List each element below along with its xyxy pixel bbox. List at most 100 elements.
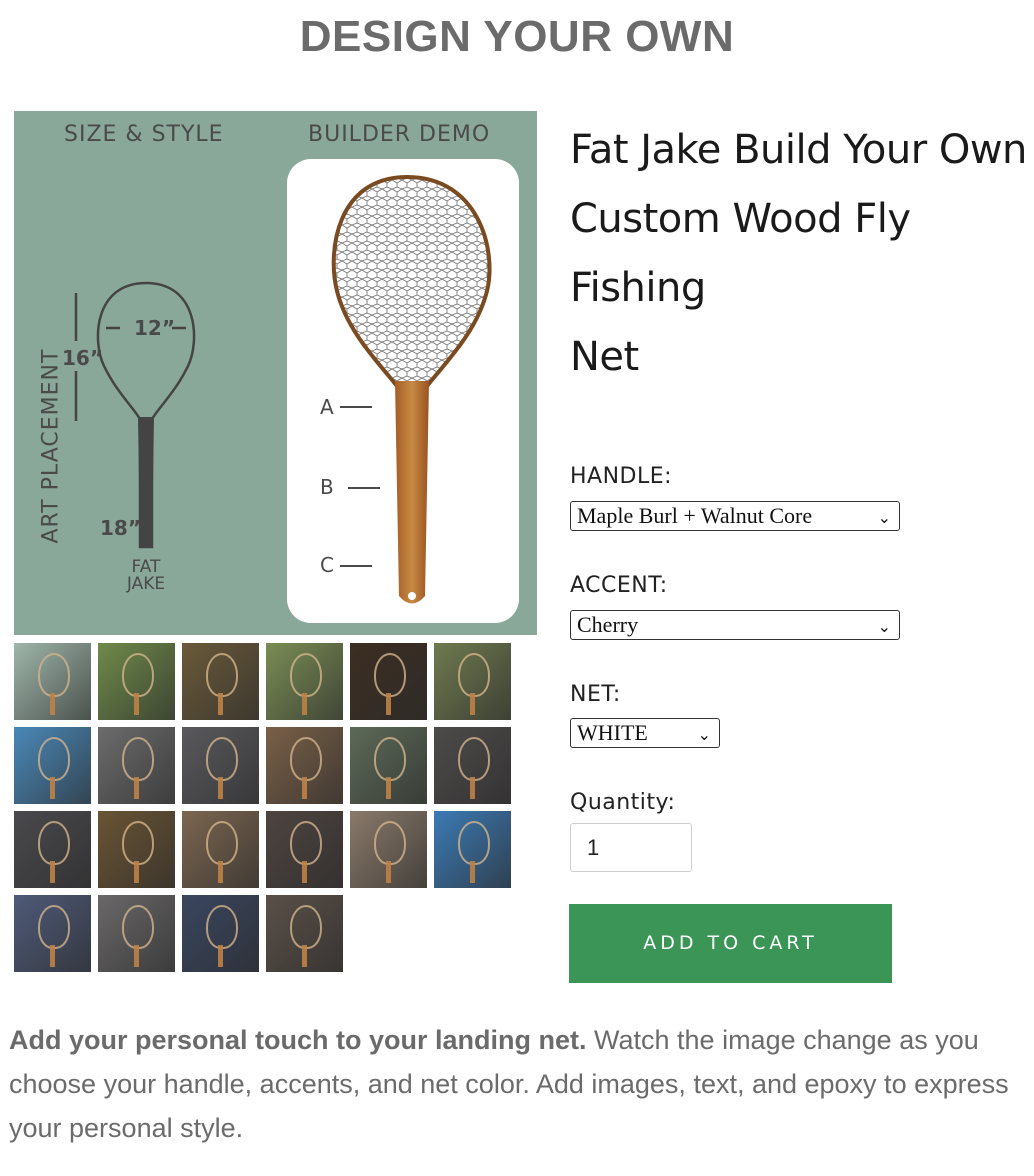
burl-handle-thumb[interactable] xyxy=(182,811,259,888)
height-dimension: 16” xyxy=(62,346,103,370)
description-bold: Add your personal touch to your landing … xyxy=(9,1025,587,1055)
net-photo-icon xyxy=(206,737,238,781)
chevron-down-icon: ⌄ xyxy=(697,725,711,744)
placement-c: C xyxy=(320,553,334,577)
art-placement-label: ART PLACEMENT xyxy=(38,348,64,544)
net-photo-icon xyxy=(458,737,490,781)
placement-b: B xyxy=(320,475,334,499)
hand-net-thumb[interactable] xyxy=(98,811,175,888)
product-title-line-1: Fat Jake Build Your Own xyxy=(570,127,1027,173)
size-style-thumb[interactable] xyxy=(14,643,91,720)
net-photo-icon xyxy=(290,737,322,781)
net-photo-icon xyxy=(38,905,70,949)
grass-net-thumb[interactable] xyxy=(98,643,175,720)
net-preview-illustration xyxy=(331,174,492,604)
net-handle-shape xyxy=(50,945,55,967)
net-select[interactable]: WHITE ⌄ xyxy=(570,718,720,748)
handle-select-value: Maple Burl + Walnut Core xyxy=(577,503,813,528)
product-description: Add your personal touch to your landing … xyxy=(9,1018,1029,1150)
purple-net-thumb[interactable] xyxy=(266,643,343,720)
placement-c-line xyxy=(340,565,372,567)
net-handle-shape xyxy=(134,861,139,883)
product-title-line-2: Custom Wood Fly Fishing xyxy=(570,196,911,311)
frame-detail-thumb[interactable] xyxy=(350,811,427,888)
accent-select[interactable]: Cherry ⌄ xyxy=(570,610,900,640)
trout-thumb[interactable] xyxy=(182,643,259,720)
workshop-thumb[interactable] xyxy=(14,727,91,804)
net-handle-shape xyxy=(218,945,223,967)
net-photo-icon xyxy=(374,653,406,697)
net-handle-shape xyxy=(302,945,307,967)
quantity-input[interactable]: 1 xyxy=(570,823,692,872)
model-name-line-2: JAKE xyxy=(126,574,166,594)
net-handle-shape xyxy=(50,861,55,883)
net-photo-icon xyxy=(458,653,490,697)
brick-net-thumb-2[interactable] xyxy=(182,727,259,804)
net-handle-shape xyxy=(134,693,139,715)
net-label: NET: xyxy=(570,682,621,707)
brick-net-thumb-3[interactable] xyxy=(434,727,511,804)
net-photo-icon xyxy=(206,905,238,949)
page-title: DESIGN YOUR OWN xyxy=(299,12,735,61)
net-photo-icon xyxy=(38,653,70,697)
handle-label: HANDLE: xyxy=(570,464,673,489)
chevron-down-icon: ⌄ xyxy=(877,508,891,527)
thumbnail-gallery xyxy=(14,643,519,972)
net-handle-shape xyxy=(50,693,55,715)
placement-a: A xyxy=(320,395,334,419)
glass-detail-thumb[interactable] xyxy=(266,811,343,888)
net-handle-shape xyxy=(302,693,307,715)
brick-net-thumb-1[interactable] xyxy=(98,727,175,804)
net-photo-icon xyxy=(374,737,406,781)
dark-net-thumb[interactable] xyxy=(350,643,427,720)
angler-thumb[interactable] xyxy=(434,643,511,720)
net-photo-icon xyxy=(122,905,154,949)
net-handle-shape xyxy=(386,861,391,883)
net-detail-thumb[interactable] xyxy=(266,727,343,804)
net-handle-shape xyxy=(470,693,475,715)
product-title-line-3: Net xyxy=(570,334,639,380)
net-photo-icon xyxy=(122,653,154,697)
net-photo-icon xyxy=(374,821,406,865)
net-handle-shape xyxy=(218,777,223,799)
accent-label: ACCENT: xyxy=(570,573,668,598)
model-name: FAT JAKE xyxy=(114,559,178,593)
net-handle-shape xyxy=(302,777,307,799)
wood-stand-thumb[interactable] xyxy=(14,895,91,972)
lake-thumb[interactable] xyxy=(434,811,511,888)
net-photo-icon xyxy=(38,737,70,781)
net-photo-icon xyxy=(38,821,70,865)
quantity-label: Quantity: xyxy=(570,790,676,815)
net-handle-shape xyxy=(386,777,391,799)
placement-a-line xyxy=(340,406,372,408)
net-photo-icon xyxy=(290,653,322,697)
product-main-image[interactable]: SIZE & STYLE BUILDER DEMO 12” 16” 18” FA… xyxy=(14,111,537,635)
wood-net-thumb[interactable] xyxy=(266,895,343,972)
product-title: Fat Jake Build Your Own Custom Wood Fly … xyxy=(570,116,1030,392)
handle-select[interactable]: Maple Burl + Walnut Core ⌄ xyxy=(570,501,900,531)
net-photo-icon xyxy=(206,821,238,865)
size-style-label: SIZE & STYLE xyxy=(64,122,224,147)
blue-wall-thumb[interactable] xyxy=(182,895,259,972)
net-photo-icon xyxy=(458,821,490,865)
net-photo-icon xyxy=(122,821,154,865)
net-handle-shape xyxy=(50,777,55,799)
net-handle-shape xyxy=(134,777,139,799)
net-select-value: WHITE xyxy=(577,720,648,745)
chevron-down-icon: ⌄ xyxy=(877,617,891,636)
accent-select-value: Cherry xyxy=(577,612,639,637)
net-handle-shape xyxy=(134,945,139,967)
brick-net-thumb-4[interactable] xyxy=(98,895,175,972)
net-handle-shape xyxy=(386,693,391,715)
net-handle-shape xyxy=(218,861,223,883)
dark-handle-thumb[interactable] xyxy=(14,811,91,888)
three-nets-thumb[interactable] xyxy=(350,727,427,804)
builder-demo-label: BUILDER DEMO xyxy=(308,122,491,147)
net-photo-icon xyxy=(206,653,238,697)
net-photo-icon xyxy=(290,821,322,865)
handle-dimension: 18” xyxy=(100,516,141,540)
placement-b-line xyxy=(348,487,380,489)
net-photo-icon xyxy=(122,737,154,781)
net-handle-shape xyxy=(302,861,307,883)
add-to-cart-button[interactable]: ADD TO CART xyxy=(569,904,892,983)
